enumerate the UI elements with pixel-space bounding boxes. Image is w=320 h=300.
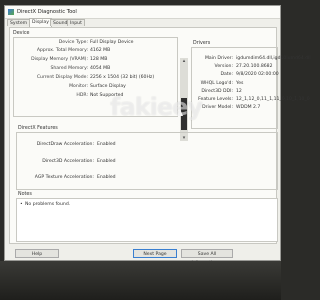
driver-version-value: 27.20.100.8682 [236,64,273,69]
tab-strip: System Display Sound Input [7,18,280,27]
device-type-row: Device Type: [14,40,88,47]
notes-group-title: Notes [18,192,32,197]
agp-texture-label: AGP Texture Acceleration: [34,175,94,180]
vram-row: Display Memory (VRAM): [14,57,88,64]
tab-display[interactable]: Display [29,18,52,27]
scroll-up-icon[interactable]: ▴ [180,58,188,64]
driver-version-label: Version: [214,64,233,69]
tab-system[interactable]: System [7,19,31,26]
display-mode-row: Current Display Mode: [14,75,88,82]
total-memory-value: 4162 MB [90,48,111,53]
hdr-row: HDR: [14,93,88,100]
watermark-text: fakieey [110,93,203,121]
notes-bullet: • [20,202,23,207]
direct3d-accel-label: Direct3D Acceleration: [42,159,94,164]
monitor-value: Surface Display [90,84,126,89]
direct3d-ddi-value: 12 [236,89,242,94]
whql-label: WHQL Logo'd: [200,81,233,86]
direct3d-accel-value: Enabled [97,159,116,164]
vram-value: 128 MB [90,57,108,62]
save-all-information-button[interactable]: Save All Information... [181,249,233,266]
device-type-value: Full Display Device [90,40,134,45]
directdraw-label: DirectDraw Acceleration: [36,142,94,147]
total-memory-label: Approx. Total Memory: [36,48,88,53]
feature-levels-value: 12_1,12_0,11_1,11_0,10_1,10_0 [236,97,310,102]
next-page-button[interactable]: Next Page [133,249,177,258]
hdr-label: HDR: [76,93,88,98]
shared-memory-label: Shared Memory: [50,66,88,71]
window-title: DirectX Diagnostic Tool [17,9,77,15]
whql-value: Yes [236,81,244,86]
shared-memory-row: Shared Memory: [14,66,88,73]
display-mode-value: 2256 x 1504 (32 bit) (60Hz) [90,75,155,80]
monitor-label: Monitor: [69,84,88,89]
device-group-title: Device [13,31,30,36]
driver-model-value: WDDM 2.7 [236,105,261,110]
drivers-group-title: Drivers [193,41,211,46]
driver-date-label: Date: [220,72,233,77]
mouse-cursor-icon [177,109,183,116]
main-driver-value: igdumdim64.dll,igd10iumd64.dll [236,56,311,61]
main-driver-label: Main Driver: [204,56,233,61]
display-tab-panel: Device Device Type: Full Display Device … [9,27,311,244]
dxdiag-window: DirectX Diagnostic Tool System Display S… [4,5,311,266]
dxdiag-app-icon [8,9,14,15]
total-memory-row: Approx. Total Memory: [14,48,88,55]
shared-memory-value: 4054 MB [90,66,111,71]
driver-date-value: 9/8/2020 02:00:00 [236,72,279,77]
agp-texture-value: Enabled [97,175,116,180]
monitor-row: Monitor: [14,84,88,91]
notes-item: No problems found. [25,202,71,207]
photo-background [0,261,281,300]
vram-label: Display Memory (VRAM): [31,57,88,62]
display-mode-label: Current Display Mode: [36,75,88,80]
help-button[interactable]: Help [15,249,59,258]
directdraw-value: Enabled [97,142,116,147]
tab-input[interactable]: Input [67,19,85,26]
features-group-title: DirectX Features [18,126,58,131]
device-type-label: Device Type: [58,40,88,45]
